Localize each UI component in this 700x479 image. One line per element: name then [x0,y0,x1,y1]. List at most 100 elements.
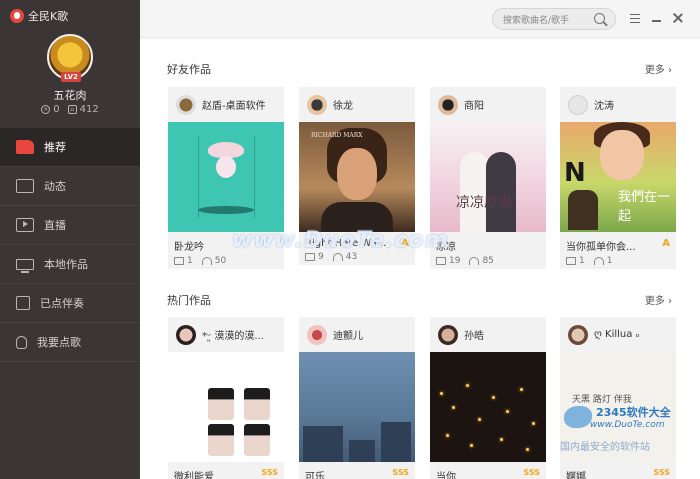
card-header: 沈涛 [560,87,676,122]
comment-count: 19 [436,256,460,266]
headphones-icon [593,257,604,265]
comment-value: 9 [318,252,324,262]
stat-flowers-value: 412 [79,104,99,115]
more-link-friends[interactable]: 更多 › [645,61,672,76]
card-meta: 19 85 [430,253,546,269]
comment-icon [436,257,446,265]
comment-count: 1 [566,256,585,266]
song-title-row: 可乐 SSS [299,462,415,479]
cover-image[interactable] [430,352,546,462]
sidebar-item-recommend[interactable]: 推荐 [0,128,140,167]
gift-icon: × [41,105,51,114]
song-title-row: 当你孤单你会... A [560,232,676,253]
user-avatar[interactable] [176,324,196,345]
user-avatar[interactable] [438,324,458,345]
sidebar-item-feed[interactable]: 动态 [0,167,140,206]
minimize-icon[interactable] [652,20,661,22]
song-title[interactable]: 当你孤单你会... [566,238,636,253]
song-title[interactable]: 当你 [436,468,456,479]
close-icon[interactable] [672,12,684,24]
search-box[interactable]: 搜索歌曲名/歌手 [492,8,616,30]
cover-image[interactable]: RICHARD MARX [299,122,415,232]
user-name[interactable]: 孙皓 [464,327,484,342]
menu-icon[interactable] [630,14,640,23]
user-avatar[interactable] [568,324,588,345]
app-logo-icon [10,9,24,23]
stat-flowers[interactable]: ⌂ 412 [67,104,99,115]
sidebar-item-label: 我要点歌 [37,336,81,349]
cover-image[interactable] [168,352,284,462]
user-name[interactable]: 迪颤儿 [333,327,363,342]
comment-value: 19 [449,256,461,266]
sidebar-item-request-song[interactable]: 我要点歌 [0,323,140,362]
section-title-friends: 好友作品 [167,63,211,76]
sidebar-item-label: 推荐 [44,141,66,154]
song-title[interactable]: 微利能爱 [174,468,214,479]
stat-gifts-value: 0 [53,104,60,115]
more-label: 更多 [644,296,665,307]
card-header: 徐龙 [299,87,415,122]
corner-watermark-line2: www.DuoTe.com [590,420,665,430]
stat-gifts[interactable]: × 0 [41,104,60,115]
sidebar-item-live[interactable]: 直播 [0,206,140,245]
card-header: 商阳 [430,87,546,122]
song-title[interactable]: 婀娜 [566,468,586,479]
user-avatar[interactable] [307,94,327,115]
cover-image[interactable]: N 我們在一起 [560,122,676,232]
user-name[interactable]: 沈涛 [594,97,614,112]
sidebar: 全民K歌 LV2 五花肉 × 0 ⌂ 412 推荐 动态 直播 本地作品 已点伴… [0,0,140,479]
user-avatar[interactable] [176,94,196,115]
sidebar-item-local-works[interactable]: 本地作品 [0,245,140,284]
user-name[interactable]: 商阳 [464,97,484,112]
cover-disk [198,206,254,214]
work-card[interactable]: *ᵕ͈ 漠漠的漠... 微利能爱 SSS [168,317,284,479]
sidebar-item-ordered-tracks[interactable]: 已点伴奏 [0,284,140,323]
cover-image[interactable] [168,122,284,232]
search-icon[interactable] [594,13,605,24]
sidebar-item-label: 动态 [44,180,66,193]
score-badge: SSS [653,468,670,477]
user-name[interactable]: ღ Killua ₒ [594,329,640,340]
microphone-icon [16,335,27,349]
default-avatar-icon[interactable] [568,94,588,115]
score-badge: SSS [261,468,278,477]
comment-icon [566,257,576,265]
comment-count: 9 [305,252,324,262]
flower-icon: ⌂ [67,105,77,114]
top-bar: 搜索歌曲名/歌手 [140,0,700,38]
more-link-hot[interactable]: 更多 › [645,292,672,307]
work-card[interactable]: 迪颤儿 可乐 SSS [299,317,415,479]
listen-value: 85 [482,256,494,266]
listen-value: 50 [214,256,227,266]
brand: 全民K歌 [10,8,68,24]
chat-icon [16,179,34,193]
search-input[interactable]: 搜索歌曲名/歌手 [503,13,569,26]
song-title[interactable]: 可乐 [305,468,325,479]
song-title[interactable]: 卧龙吟 [174,238,204,253]
cover-letter: N [564,158,586,188]
sidebar-nav: 推荐 动态 直播 本地作品 已点伴奏 我要点歌 [0,128,140,362]
level-badge: LV2 [61,72,81,82]
card-header: 迪颤儿 [299,317,415,352]
profile-name[interactable]: 五花肉 [0,87,140,103]
card-header: 赵盾-桌面软件 [168,87,284,122]
work-card[interactable]: 孙皓 当你 SSS [430,317,546,479]
video-icon [16,218,34,232]
cover-image[interactable] [299,352,415,462]
user-name[interactable]: 赵盾-桌面软件 [202,97,266,112]
sidebar-item-label: 已点伴奏 [40,297,84,310]
song-title-row: 婀娜 SSS [560,462,676,479]
user-avatar[interactable] [438,94,458,115]
work-card[interactable]: 沈涛 N 我們在一起 当你孤单你会... A 1 1 [560,87,676,269]
listen-count: 1 [593,256,612,266]
cover-text: 凉凉原唱 [456,195,512,211]
user-name[interactable]: *ᵕ͈ 漠漠的漠... [202,327,264,342]
decor-line [198,136,199,218]
cover-image[interactable]: 凉凉原唱 [430,122,546,232]
score-badge: SSS [523,468,540,477]
user-avatar[interactable] [307,324,327,345]
user-name[interactable]: 徐龙 [333,97,353,112]
cover-figure [208,142,244,184]
song-title-row: 微利能爱 SSS [168,462,284,479]
score-badge: A [662,238,670,249]
